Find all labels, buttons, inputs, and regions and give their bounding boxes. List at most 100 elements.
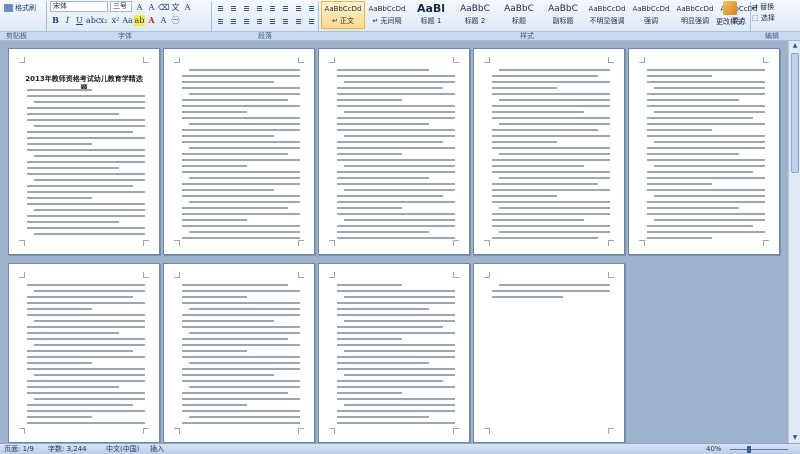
chinese-layout-button[interactable] xyxy=(280,2,291,13)
bullets-button[interactable] xyxy=(215,2,226,13)
style-card[interactable]: AaBbC 标题 xyxy=(497,1,541,29)
text-line xyxy=(647,117,754,119)
style-card[interactable]: AaBbCcDd 强调 xyxy=(629,1,673,29)
style-card[interactable]: AaBl 标题 1 xyxy=(409,1,453,29)
align-right-button[interactable] xyxy=(241,15,252,26)
zoom-knob[interactable] xyxy=(747,446,751,453)
style-card[interactable]: AaBbCcDd 明显强调 xyxy=(673,1,717,29)
format-painter-button[interactable]: 格式刷 xyxy=(4,3,36,13)
increase-indent-button[interactable] xyxy=(267,2,278,13)
text-line xyxy=(499,99,610,101)
zoom-level[interactable]: 40% xyxy=(706,445,722,454)
text-line xyxy=(182,207,289,209)
style-card[interactable]: AaBbCcDd 不明显强调 xyxy=(585,1,629,29)
document-page[interactable] xyxy=(473,48,625,255)
document-page[interactable] xyxy=(163,48,315,255)
line-spacing-button[interactable] xyxy=(280,15,291,26)
change-case-button[interactable]: Aa xyxy=(122,15,133,26)
subscript-button[interactable]: x₂ xyxy=(98,15,109,26)
strikethrough-button[interactable]: abc xyxy=(86,15,100,26)
text-line xyxy=(647,225,754,227)
borders-button[interactable] xyxy=(306,15,317,26)
style-card[interactable]: AaBbCcDd ↵ 无间隔 xyxy=(365,1,409,29)
document-page[interactable] xyxy=(473,263,625,443)
text-line xyxy=(27,119,145,121)
style-card[interactable]: AaBbCcDd ↵ 正文 xyxy=(321,1,365,29)
paintbrush-icon xyxy=(4,4,13,12)
page-corner-mark xyxy=(174,428,180,434)
page-corner-mark xyxy=(484,240,490,246)
text-line xyxy=(492,213,610,215)
style-card[interactable]: AaBbC 标题 2 xyxy=(453,1,497,29)
font-color-button[interactable]: A xyxy=(146,15,157,26)
style-name: ↵ 正文 xyxy=(331,17,355,25)
char-border-button[interactable]: A xyxy=(182,2,193,13)
text-line xyxy=(27,95,145,97)
text-line xyxy=(337,147,455,149)
text-line xyxy=(27,410,145,412)
text-line xyxy=(182,195,300,197)
change-styles-label: 更改样式 xyxy=(716,18,744,26)
scroll-up-icon[interactable]: ▲ xyxy=(789,41,800,51)
document-page[interactable] xyxy=(163,263,315,443)
style-card[interactable]: AaBbC 副标题 xyxy=(541,1,585,29)
enclose-char-button[interactable]: ㊀ xyxy=(170,15,181,26)
text-line xyxy=(337,75,455,77)
highlight-button[interactable]: ab xyxy=(134,15,145,26)
shrink-font-button[interactable]: A xyxy=(146,2,157,13)
document-area[interactable]: 2013年教师资格考试幼儿教育学精选题 xyxy=(0,41,788,443)
replace-label: 替换 xyxy=(760,3,775,11)
decrease-indent-button[interactable] xyxy=(254,2,265,13)
text-line xyxy=(34,155,145,157)
document-page[interactable]: 2013年教师资格考试幼儿教育学精选题 xyxy=(8,48,160,255)
show-marks-button[interactable] xyxy=(306,2,317,13)
grow-font-button[interactable]: A xyxy=(134,2,145,13)
page-corner-mark xyxy=(763,57,769,63)
clipboard-group-label: 剪贴板 xyxy=(6,32,27,40)
char-shading-button[interactable]: A xyxy=(158,15,169,26)
document-page[interactable] xyxy=(8,263,160,443)
page-corner-mark xyxy=(19,428,25,434)
numbering-button[interactable] xyxy=(228,2,239,13)
insert-mode[interactable]: 插入 xyxy=(150,445,164,454)
superscript-button[interactable]: x² xyxy=(110,15,121,26)
align-center-button[interactable] xyxy=(228,15,239,26)
select-button[interactable]: ⬚ 选择 xyxy=(752,13,775,24)
word-count[interactable]: 字数: 3,244 xyxy=(48,445,87,454)
clear-format-button[interactable]: ⌫ xyxy=(158,2,169,13)
distributed-button[interactable] xyxy=(267,15,278,26)
text-line xyxy=(182,290,300,292)
document-page[interactable] xyxy=(318,263,470,443)
font-family-select[interactable]: 宋体 xyxy=(50,1,108,12)
multilevel-list-button[interactable] xyxy=(241,2,252,13)
align-left-button[interactable] xyxy=(215,15,226,26)
change-styles-button[interactable]: 更改样式 xyxy=(712,1,748,27)
text-line xyxy=(344,404,455,406)
scroll-thumb[interactable] xyxy=(791,53,799,173)
replace-button[interactable]: ⇄ 替换 xyxy=(752,2,775,13)
text-line xyxy=(182,338,289,340)
scroll-down-icon[interactable]: ▼ xyxy=(789,433,800,443)
language-indicator[interactable]: 中文(中国) xyxy=(106,445,139,454)
page-indicator[interactable]: 页面: 1/9 xyxy=(4,445,34,454)
zoom-slider[interactable] xyxy=(730,446,788,453)
phonetic-guide-button[interactable]: 文 xyxy=(170,2,181,13)
page-corner-mark xyxy=(19,57,25,63)
justify-button[interactable] xyxy=(254,15,265,26)
document-page[interactable] xyxy=(318,48,470,255)
shading-button[interactable] xyxy=(293,15,304,26)
editing-group-label: 编辑 xyxy=(765,32,779,40)
underline-button[interactable]: U xyxy=(74,15,85,26)
text-line xyxy=(647,123,765,125)
text-line xyxy=(182,350,247,352)
text-line xyxy=(344,350,455,352)
bold-button[interactable]: B xyxy=(50,15,61,26)
page-corner-mark xyxy=(484,428,490,434)
text-line xyxy=(337,99,402,101)
text-line xyxy=(27,107,145,109)
document-page[interactable] xyxy=(628,48,780,255)
sort-button[interactable] xyxy=(293,2,304,13)
italic-button[interactable]: I xyxy=(62,15,73,26)
vertical-scrollbar[interactable]: ▲ ▼ xyxy=(788,41,800,443)
font-size-select[interactable]: 三号 xyxy=(110,1,132,12)
